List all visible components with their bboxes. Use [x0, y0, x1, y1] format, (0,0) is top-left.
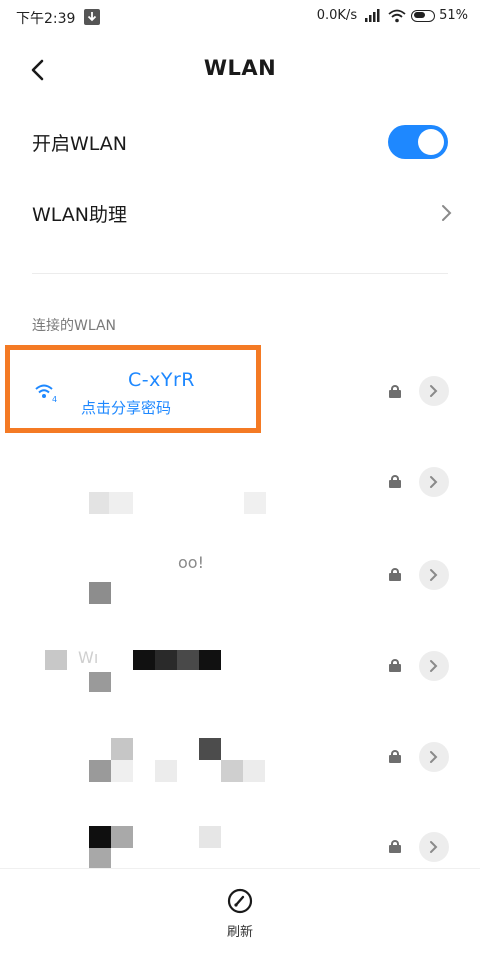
obscured-text-block — [199, 650, 221, 670]
obscured-text-block — [109, 492, 133, 514]
obscured-text-block — [89, 760, 111, 782]
refresh-icon[interactable] — [226, 887, 254, 915]
obscured-text-block — [45, 650, 67, 670]
bottom-action-bar: 刷新 — [0, 868, 480, 960]
obscured-text-block — [89, 492, 109, 514]
wlan-toggle-row[interactable]: 开启WLAN — [0, 112, 480, 172]
network-row[interactable] — [0, 620, 480, 710]
obscured-text-block — [89, 672, 111, 692]
wlan-toggle-label: 开启WLAN — [32, 133, 128, 155]
obscured-text-block — [155, 760, 177, 782]
network-row[interactable] — [0, 712, 480, 802]
toggle-knob — [418, 129, 444, 155]
obscured-text-block — [155, 650, 177, 670]
lock-icon — [388, 384, 402, 398]
obscured-text-block — [111, 760, 133, 782]
status-indicators: 0.0K/s 51% — [317, 8, 468, 23]
obscured-ssid-fragment: oo! — [178, 553, 204, 572]
obscured-text-block — [244, 492, 266, 514]
network-detail-button[interactable] — [419, 467, 449, 497]
obscured-text-block — [199, 826, 221, 848]
obscured-text-block — [177, 650, 199, 670]
obscured-text-block — [133, 650, 155, 670]
lock-icon — [388, 567, 402, 581]
wifi-status-icon — [388, 9, 406, 22]
chevron-right-icon — [430, 660, 438, 672]
battery-percent: 51% — [439, 8, 468, 23]
obscured-text-block — [199, 738, 221, 760]
divider — [32, 273, 448, 274]
lock-icon — [388, 658, 402, 672]
network-detail-button[interactable] — [419, 560, 449, 590]
obscured-text-block — [89, 848, 111, 870]
chevron-right-icon — [430, 385, 438, 397]
connected-wlan-section-label: 连接的WLAN — [32, 318, 117, 334]
obscured-text-block — [221, 760, 243, 782]
lock-icon — [388, 839, 402, 853]
chevron-right-icon — [430, 841, 438, 853]
cellular-signal-icon — [365, 8, 380, 22]
obscured-text-block — [111, 738, 133, 760]
obscured-text-block — [89, 582, 111, 604]
chevron-right-icon — [442, 205, 452, 221]
network-speed: 0.0K/s — [316, 8, 358, 23]
network-row[interactable] — [0, 440, 480, 530]
battery-icon — [411, 9, 436, 22]
obscured-text-block — [243, 760, 265, 782]
lock-icon — [388, 474, 402, 488]
wlan-assistant-row[interactable]: WLAN助理 — [0, 183, 480, 243]
download-notification-icon — [84, 9, 100, 25]
refresh-label[interactable]: 刷新 — [0, 921, 480, 940]
status-time: 下午2:39 — [16, 11, 76, 27]
chevron-right-icon — [430, 751, 438, 763]
network-detail-button[interactable] — [419, 376, 449, 406]
obscured-text-block — [89, 826, 111, 848]
network-detail-button[interactable] — [419, 832, 449, 862]
header: WLAN — [0, 44, 480, 96]
obscured-text-block — [111, 826, 133, 848]
obscured-ssid-fragment: Wı — [78, 648, 99, 667]
page-title: WLAN — [203, 56, 277, 80]
highlight-annotation-box — [5, 345, 261, 433]
wlan-assistant-label: WLAN助理 — [32, 204, 128, 226]
network-detail-button[interactable] — [419, 742, 449, 772]
network-detail-button[interactable] — [419, 651, 449, 681]
network-row[interactable] — [0, 530, 480, 620]
chevron-right-icon — [430, 476, 438, 488]
chevron-right-icon — [430, 569, 438, 581]
lock-icon — [388, 749, 402, 763]
status-bar: 下午2:39 0.0K/s 51% — [0, 0, 480, 34]
wlan-toggle-switch[interactable] — [388, 125, 448, 159]
